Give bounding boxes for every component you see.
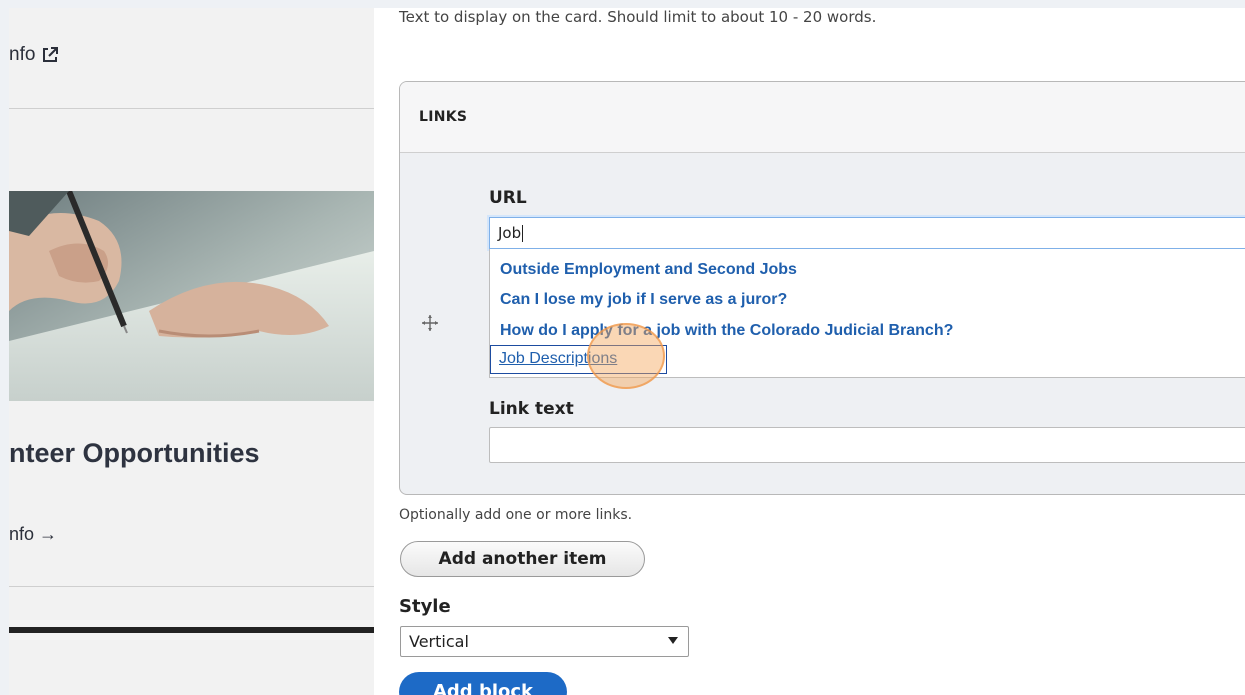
click-indicator (587, 323, 665, 389)
autocomplete-option[interactable]: How do I apply for a job with the Colora… (500, 322, 953, 340)
chevron-down-icon (668, 637, 678, 644)
style-select-value: Vertical (409, 632, 469, 651)
links-help: Optionally add one or more links. (399, 507, 633, 523)
preview-divider (9, 108, 374, 109)
card-title: nteer Opportunities (9, 438, 260, 468)
style-select[interactable]: Vertical (400, 626, 689, 657)
url-input-value: Job (498, 224, 522, 242)
more-info-link-bottom[interactable]: nfo → (9, 524, 57, 545)
text-caret (522, 225, 524, 242)
preview-rule (9, 627, 374, 633)
link-text-input[interactable] (489, 427, 1245, 463)
window-edge-left (0, 0, 9, 695)
window-edge-top (0, 0, 1245, 8)
url-input[interactable]: Job (489, 217, 1245, 249)
card-preview-panel: nfo nteer Opportunities nfo → (9, 8, 374, 695)
preview-divider (9, 586, 374, 587)
add-block-button[interactable]: Add block (399, 672, 567, 695)
external-link-icon (43, 47, 59, 62)
card-image (9, 191, 374, 401)
url-label: URL (489, 188, 527, 208)
link-text-label: Link text (489, 399, 574, 419)
autocomplete-option[interactable]: Outside Employment and Second Jobs (500, 261, 797, 279)
style-label: Style (399, 596, 451, 617)
add-another-item-button[interactable]: Add another item (400, 541, 645, 577)
more-info-label: nfo (9, 44, 36, 65)
move-icon[interactable] (421, 314, 439, 332)
links-legend-bar: LINKS (400, 82, 1245, 153)
links-fieldset: LINKS URL Job Outside Employment and Sec… (399, 81, 1245, 495)
autocomplete-option[interactable]: Can I lose my job if I serve as a juror? (500, 291, 787, 309)
card-text-help: Text to display on the card. Should limi… (399, 8, 877, 26)
more-info-link-top[interactable]: nfo (9, 44, 59, 66)
links-legend: LINKS (419, 109, 468, 125)
